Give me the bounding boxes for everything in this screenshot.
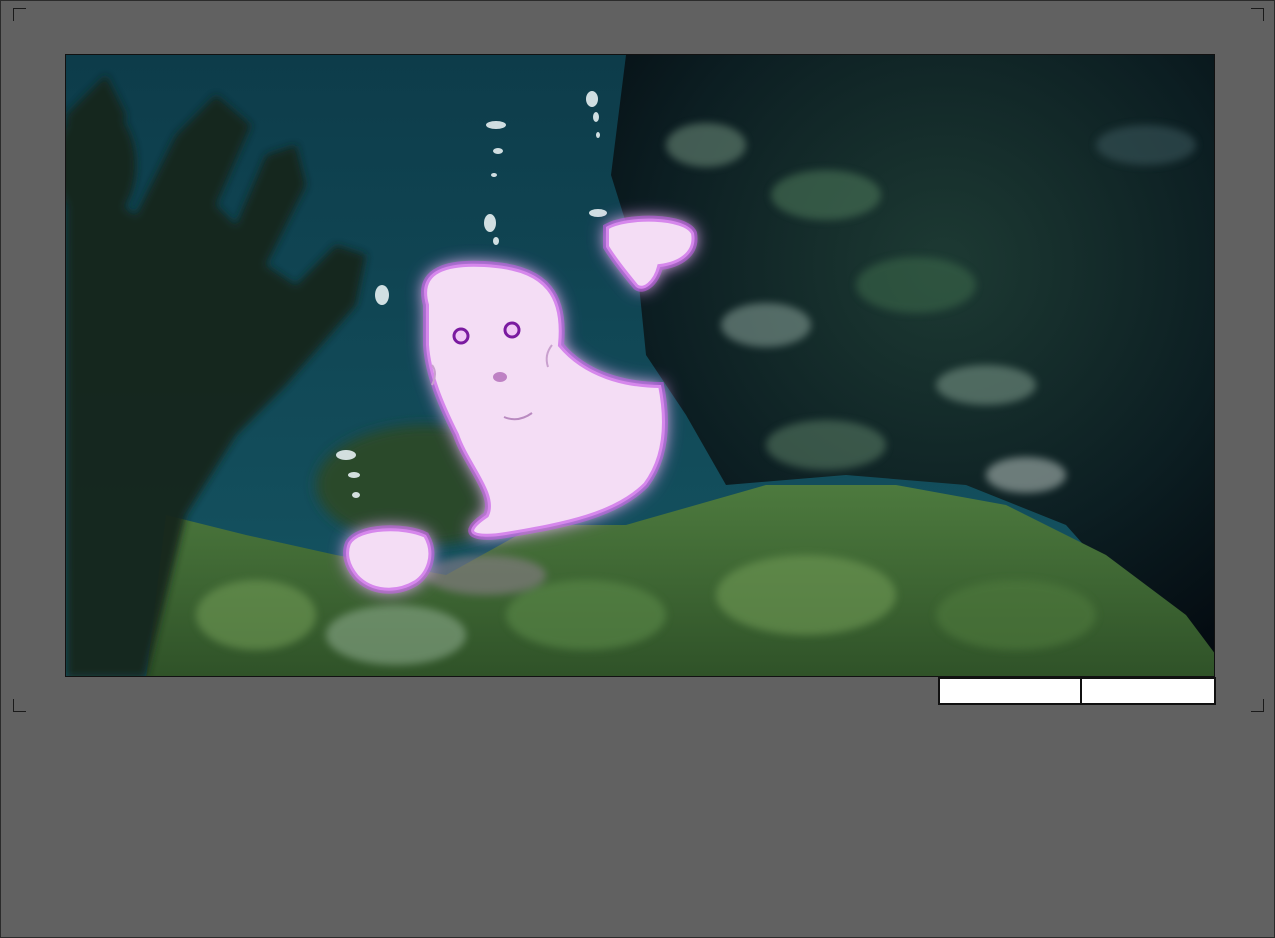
game-viewport[interactable] — [65, 54, 1215, 677]
game-stage — [0, 0, 1275, 938]
corner-mark-bottom-left — [13, 699, 26, 712]
scene-illustration — [66, 55, 1214, 676]
corner-mark-bottom-right — [1251, 699, 1264, 712]
corner-mark-top-right — [1251, 8, 1264, 21]
corner-mark-top-left — [13, 8, 26, 21]
action-slot-right[interactable] — [1080, 677, 1216, 705]
action-slot-left[interactable] — [938, 677, 1082, 705]
